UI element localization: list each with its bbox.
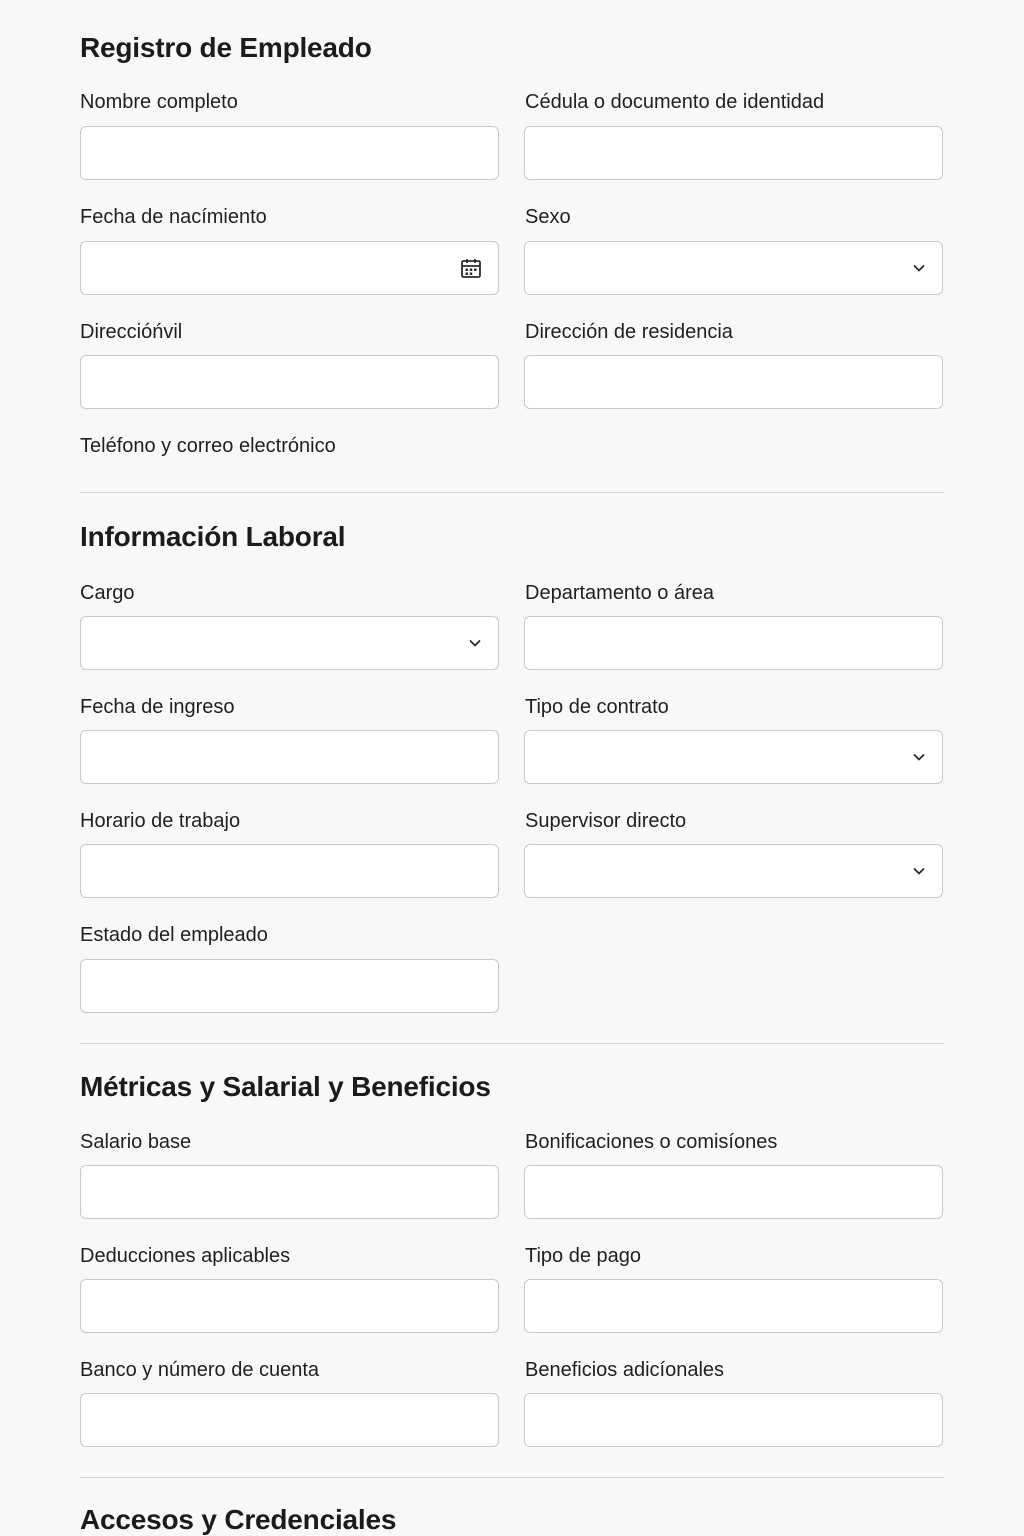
chevron-down-icon [913,265,925,272]
bonificaciones-field [524,1165,943,1219]
section-divider [80,1477,944,1478]
horario-field [80,844,499,898]
section-title-salarial: Métricas y Salarial y Beneficios [80,1071,491,1102]
chevron-down-icon [913,868,925,875]
section-title-laboral: Información Laboral [80,521,346,552]
section-title-registro: Registro de Empleado [80,32,372,63]
cargo-select[interactable] [80,616,499,670]
label-tipo-pago: Tipo de pago [525,1245,642,1267]
tipo-contrato-select[interactable] [524,730,943,784]
fecha-nacimiento-input[interactable] [81,242,498,294]
label-direccion-residencia: Dirección de residencia [525,321,733,343]
label-salario-base: Salario base [80,1131,192,1153]
cedula-field [524,126,943,180]
label-deducciones: Deducciones aplicables [80,1245,291,1267]
direccion-residencia-input[interactable] [525,356,942,408]
sexo-select[interactable] [524,241,943,295]
chevron-down-icon [469,640,481,647]
label-departamento: Departamento o área [525,582,715,604]
departamento-field [524,616,943,670]
chevron-down-icon [913,754,925,761]
horario-input[interactable] [81,845,498,897]
supervisor-select[interactable] [524,844,943,898]
section-divider [80,492,944,493]
banco-cuenta-input[interactable] [81,1394,498,1446]
section-divider [80,1043,944,1044]
direccion-civil-field [80,355,499,409]
fecha-ingreso-field [80,730,499,784]
employee-registration-form: Registro de Empleado Nombre completo Céd… [0,0,1024,1536]
nombre-completo-input[interactable] [81,127,498,179]
bonificaciones-input[interactable] [525,1166,942,1218]
nombre-completo-field [80,126,499,180]
tipo-pago-field [524,1279,943,1333]
label-estado: Estado del empleado [80,924,268,946]
deducciones-input[interactable] [81,1280,498,1332]
estado-input[interactable] [81,960,498,1012]
label-telefono-correo: Teléfono y correo electrónico [80,435,336,457]
salario-base-field [80,1165,499,1219]
direccion-civil-input[interactable] [81,356,498,408]
salario-base-input[interactable] [81,1166,498,1218]
label-nombre-completo: Nombre completo [80,91,238,113]
fecha-nacimiento-field [80,241,499,295]
departamento-input[interactable] [525,617,942,669]
label-beneficios: Beneficios adicíonales [525,1359,725,1381]
label-cargo: Cargo [80,582,135,604]
tipo-pago-input[interactable] [525,1280,942,1332]
label-supervisor: Supervisor directo [525,810,687,832]
label-cedula: Cédula o documento de identidad [525,91,825,113]
label-banco-cuenta: Banco y número de cuenta [80,1359,320,1381]
section-title-accesos: Accesos y Credenciales [80,1504,397,1535]
calendar-icon[interactable] [460,257,482,279]
direccion-residencia-field [524,355,943,409]
label-bonificaciones: Bonificaciones o comisíones [525,1131,778,1153]
beneficios-input[interactable] [525,1394,942,1446]
fecha-ingreso-input[interactable] [81,731,498,783]
deducciones-field [80,1279,499,1333]
cedula-input[interactable] [525,127,942,179]
label-tipo-contrato: Tipo de contrato [525,696,669,718]
label-fecha-nacimiento: Fecha de nacímiento [80,206,267,228]
beneficios-field [524,1393,943,1447]
banco-cuenta-field [80,1393,499,1447]
label-sexo: Sexo [525,206,571,228]
label-fecha-ingreso: Fecha de ingreso [80,696,235,718]
label-direccion-civil: Direccióńvil [80,321,183,343]
label-horario: Horario de trabajo [80,810,241,832]
estado-field [80,959,499,1013]
